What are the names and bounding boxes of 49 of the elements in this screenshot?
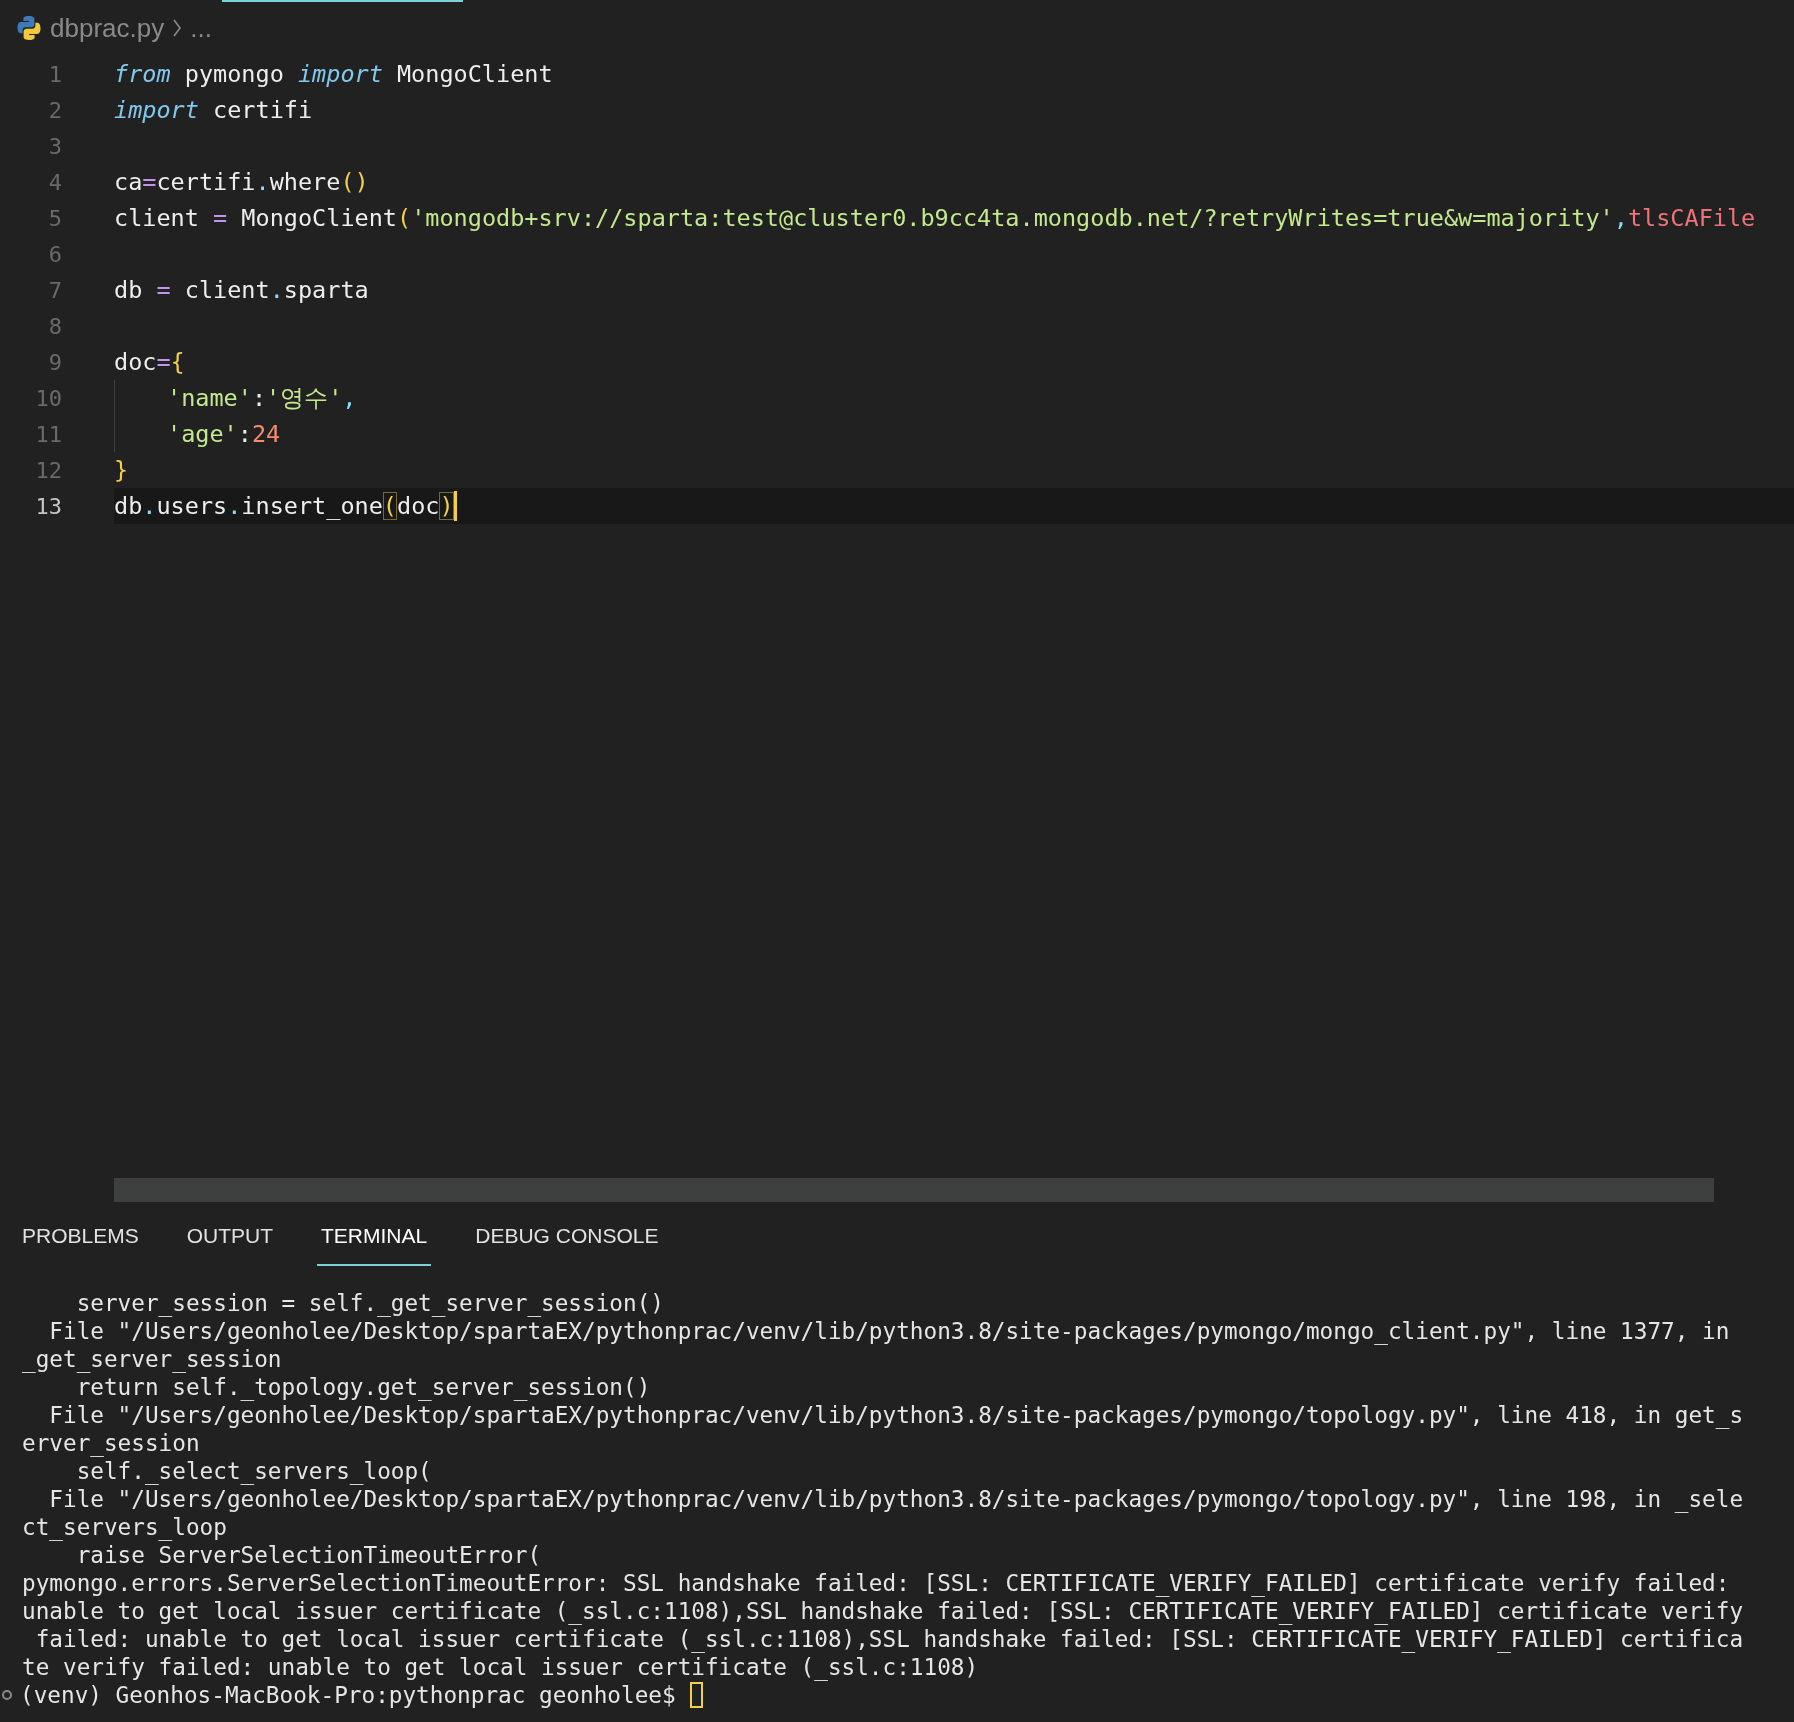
- code-line: 'name':'영수',: [167, 383, 357, 414]
- line-number: 12: [34, 457, 62, 483]
- panel-tab[interactable]: PROBLEMS: [18, 1202, 143, 1266]
- terminal-line: failed: unable to get local issuer certificate (_ssl.c:1108),SSL handshake failed: [SSL: CERTIFICATE_VERIFY_FAILED] certifica: [34, 1625, 1745, 1653]
- terminal-line: server_session = self._get_server_session(): [75, 1289, 665, 1317]
- code-line: ca=certifi.where(): [114, 167, 369, 198]
- code-line: import certifi: [114, 95, 313, 126]
- terminal-line: pymongo.errors.ServerSelectionTimeoutError: SSL handshake failed: [SSL: CERTIFICATE_VERIFY_FAILED] certificate verify failed:: [21, 1569, 1731, 1597]
- line-number: 4: [47, 169, 62, 195]
- code-line: from pymongo import MongoClient: [114, 59, 553, 90]
- terminal-line: File "/Users/geonholee/Desktop/spartaEX/pythonprac/venv/lib/python3.8/site-packages/pymongo/topology.py", line 198, in _sele: [48, 1485, 1745, 1513]
- terminal-line: _get_server_session: [21, 1345, 283, 1373]
- code-line: client = MongoClient('mongodb+srv://sparta:test@cluster0.b9cc4ta.mongodb.net/?retryWrites=true&w=majority',tlsCAFile: [114, 203, 1756, 234]
- python-file-icon: [16, 15, 42, 41]
- panel-tab[interactable]: TERMINAL: [317, 1202, 432, 1266]
- command-status-icon: [2, 1690, 12, 1700]
- terminal-line: raise ServerSelectionTimeoutError(: [75, 1541, 543, 1569]
- terminal-line: return self._topology.get_server_session(): [75, 1373, 652, 1401]
- terminal-line: self._select_servers_loop(: [75, 1457, 433, 1485]
- code-line: }: [114, 455, 129, 486]
- line-number: 8: [47, 313, 62, 339]
- chevron-right-icon: [172, 18, 183, 38]
- terminal-line: File "/Users/geonholee/Desktop/spartaEX/pythonprac/venv/lib/python3.8/site-packages/pymongo/mongo_client.py", line 1377, in: [48, 1317, 1731, 1345]
- line-number: 13: [34, 493, 62, 519]
- terminal-line: unable to get local issuer certificate (_ssl.c:1108),SSL handshake failed: [SSL: CERTIFICATE_VERIFY_FAILED] certificate verify: [21, 1597, 1745, 1625]
- line-number: 5: [47, 205, 62, 231]
- line-number: 6: [47, 241, 62, 267]
- line-number: 10: [34, 385, 62, 411]
- terminal-line: File "/Users/geonholee/Desktop/spartaEX/pythonprac/venv/lib/python3.8/site-packages/pymongo/topology.py", line 418, in get_s: [48, 1401, 1745, 1429]
- code-line: db = client.sparta: [114, 275, 369, 306]
- line-number: 1: [47, 61, 62, 87]
- line-number: 11: [34, 421, 62, 447]
- line-number: 3: [47, 133, 62, 159]
- breadcrumb-file[interactable]: dbprac.py: [50, 12, 165, 44]
- line-number: 2: [47, 97, 62, 123]
- terminal-line: te verify failed: unable to get local issuer certificate (_ssl.c:1108): [21, 1653, 980, 1681]
- panel-tab[interactable]: DEBUG CONSOLE: [471, 1202, 663, 1266]
- code-line: 'age':24: [167, 419, 281, 450]
- line-number: 9: [47, 349, 62, 375]
- line-number: 7: [47, 277, 62, 303]
- code-line: doc={: [114, 347, 185, 378]
- terminal-prompt: (venv) Geonhos-MacBook-Pro:pythonprac geonholee$: [20, 1682, 676, 1708]
- terminal-line: erver_session: [21, 1429, 201, 1457]
- terminal-line: ct_servers_loop: [21, 1513, 228, 1541]
- horizontal-scrollbar[interactable]: [114, 1178, 1714, 1202]
- panel-tab[interactable]: OUTPUT: [182, 1202, 278, 1266]
- terminal-cursor: [689, 1682, 703, 1708]
- breadcrumb-more[interactable]: ...: [190, 12, 212, 44]
- code-line: db.users.insert_one(doc): [114, 491, 454, 522]
